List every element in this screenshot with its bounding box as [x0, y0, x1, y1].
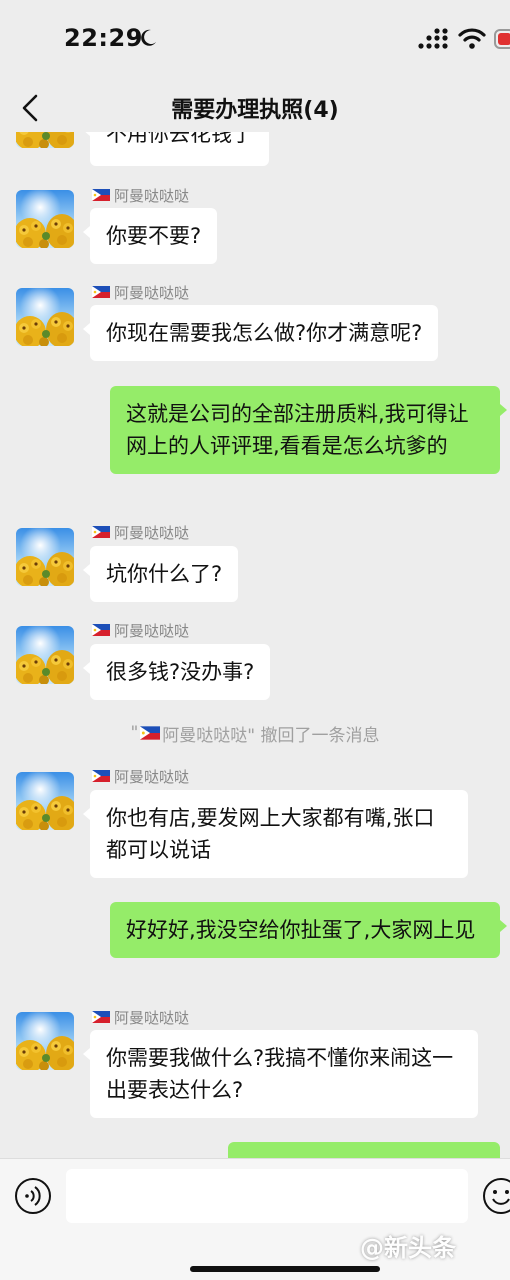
- message-text: 坑你什么了?: [106, 562, 223, 586]
- contact-avatar[interactable]: [16, 772, 74, 830]
- sender-name: 阿曼哒哒哒: [92, 766, 189, 786]
- contact-avatar[interactable]: [16, 528, 74, 586]
- message-text: 你现在需要我怎么做?你才满意呢?: [106, 321, 423, 345]
- message-list[interactable]: 不用你去花钱了 阿曼哒哒哒 你要不要? 阿曼哒哒哒 你现在需要我怎么做?你才满意…: [0, 132, 510, 1158]
- chat-title: 需要办理执照(4): [171, 98, 339, 123]
- message-bubble-received[interactable]: 坑你什么了?: [82, 546, 239, 602]
- sender-name: 阿曼哒哒哒: [92, 1007, 189, 1027]
- contact-avatar[interactable]: [16, 190, 74, 248]
- message-text: 你也有店,要发网上大家都有嘴,张口都可以说话: [106, 806, 435, 862]
- message-bubble-received[interactable]: 很多钱?没办事?: [82, 644, 271, 700]
- philippines-flag-icon: [92, 286, 110, 298]
- philippines-flag-icon: [92, 526, 110, 538]
- moon-icon: [141, 29, 156, 46]
- status-time: 22:29: [64, 24, 143, 52]
- message-bubble-received[interactable]: 不用你去花钱了: [83, 132, 269, 166]
- signal-icon: [418, 28, 448, 49]
- message-text: 你需要我做什么?我搞不懂你来闹这一出要表达什么?: [106, 1046, 454, 1102]
- philippines-flag-icon: [92, 1011, 110, 1023]
- watermark: @新头条: [360, 1234, 456, 1262]
- message-bubble-sent[interactable]: 好好好,我没空给你扯蛋了,大家网上见: [110, 902, 507, 958]
- wifi-icon: [458, 28, 486, 49]
- message-text: 很多钱?没办事?: [106, 660, 255, 684]
- message-input[interactable]: [66, 1169, 468, 1223]
- sender-name: 阿曼哒哒哒: [92, 282, 189, 302]
- message-text: 这就是公司的全部注册质料,我可得让网上的人评评理,看看是怎么坑爹的: [126, 402, 469, 458]
- philippines-flag-icon: [92, 770, 110, 782]
- message-text: 好好好,我没空给你扯蛋了,大家网上见: [126, 918, 476, 942]
- contact-avatar[interactable]: [16, 1012, 74, 1070]
- message-bubble-received[interactable]: 你需要我做什么?我搞不懂你来闹这一出要表达什么?: [83, 1030, 478, 1118]
- voice-icon[interactable]: [14, 1177, 52, 1215]
- status-bar: 22:29: [0, 0, 510, 80]
- message-bubble-received[interactable]: 你要不要?: [82, 208, 218, 264]
- message-bubble-sent-partial[interactable]: [228, 1142, 500, 1158]
- home-indicator[interactable]: [190, 1266, 380, 1272]
- philippines-flag-icon: [92, 189, 110, 201]
- recall-notice: " 阿曼哒哒哒 " 撤回了一条消息: [130, 723, 380, 746]
- battery-icon: [494, 29, 510, 49]
- message-text: 你要不要?: [106, 224, 202, 248]
- philippines-flag-icon: [140, 726, 160, 740]
- message-bubble-received[interactable]: 你也有店,要发网上大家都有嘴,张口都可以说话: [83, 790, 468, 878]
- message-bubble-received[interactable]: 你现在需要我怎么做?你才满意呢?: [82, 305, 439, 361]
- contact-avatar[interactable]: [16, 288, 74, 346]
- sender-name: 阿曼哒哒哒: [92, 522, 189, 542]
- emoji-icon[interactable]: [482, 1177, 510, 1215]
- chat-header: 需要办理执照(4): [0, 80, 510, 132]
- philippines-flag-icon: [92, 624, 110, 636]
- contact-avatar[interactable]: [16, 132, 74, 148]
- sender-name: 阿曼哒哒哒: [92, 185, 189, 205]
- message-text: 不用你去花钱了: [106, 132, 253, 146]
- message-bubble-sent[interactable]: 这就是公司的全部注册质料,我可得让网上的人评评理,看看是怎么坑爹的: [110, 386, 507, 474]
- contact-avatar[interactable]: [16, 626, 74, 684]
- sender-name: 阿曼哒哒哒: [92, 620, 189, 640]
